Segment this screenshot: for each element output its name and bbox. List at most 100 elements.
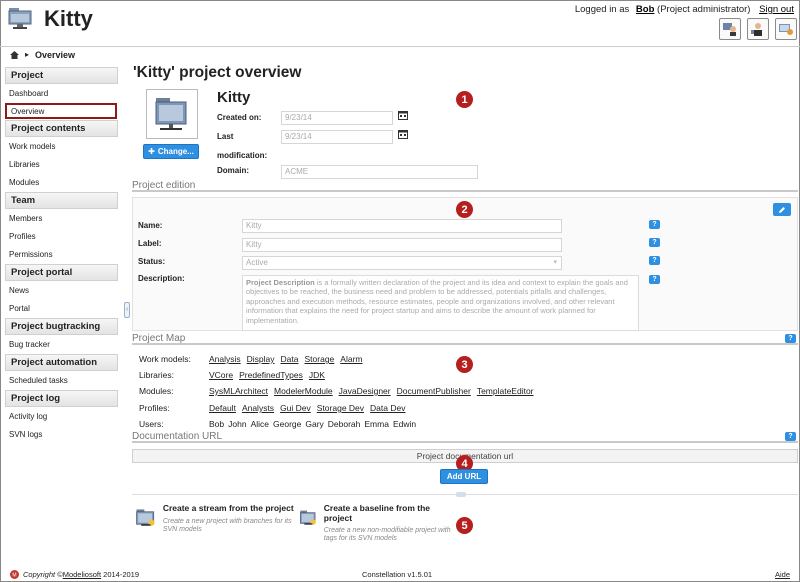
user-link[interactable]: Bob <box>636 4 654 15</box>
sidebar-item-dashboard[interactable]: Dashboard <box>5 84 118 102</box>
sidebar-item-modules[interactable]: Modules <box>5 173 118 191</box>
sidebar-section-project-log[interactable]: Project log <box>5 390 118 407</box>
sidebar-item-portal[interactable]: Portal <box>5 299 118 317</box>
name-field[interactable]: Kitty <box>242 219 562 233</box>
user-config-icon[interactable] <box>719 18 741 40</box>
sidebar-item-svn-logs[interactable]: SVN logs <box>5 425 118 443</box>
name-label: Name: <box>138 221 163 230</box>
breadcrumb-separator-icon: ▸ <box>25 50 30 59</box>
help-icon[interactable]: ? <box>785 432 796 441</box>
sidebar-item-news[interactable]: News <box>5 281 118 299</box>
modeliosoft-logo-icon: M <box>10 570 19 579</box>
help-icon[interactable]: ? <box>649 220 660 229</box>
created-on-field[interactable]: 9/23/14 <box>281 111 393 125</box>
map-link[interactable]: Analysts <box>242 403 274 413</box>
sidebar-item-permissions[interactable]: Permissions <box>5 245 118 263</box>
company-link[interactable]: Modeliosoft <box>63 570 101 579</box>
description-field[interactable]: Project Description is a formally writte… <box>242 275 639 331</box>
user-name: Edwin <box>392 419 417 429</box>
calendar-icon[interactable] <box>398 110 408 120</box>
calendar-icon[interactable] <box>398 129 408 139</box>
sidebar-section-project-contents[interactable]: Project contents <box>5 120 118 137</box>
callout-badge-2: 2 <box>456 201 473 218</box>
map-link[interactable]: Analysis <box>209 354 241 364</box>
map-row-label: Modules: <box>139 386 174 396</box>
create-baseline-action[interactable]: Create a baseline from the project Creat… <box>299 503 459 543</box>
status-select[interactable]: Active ▾ <box>242 256 562 270</box>
map-link[interactable]: Storage Dev <box>317 403 364 413</box>
map-link[interactable]: Alarm <box>340 354 362 364</box>
header-icon-bar <box>719 18 797 40</box>
user-profile-icon[interactable] <box>747 18 769 40</box>
copyright-text: Copyright © <box>23 570 63 579</box>
user-name: Deborah <box>327 419 361 429</box>
map-link[interactable]: JDK <box>309 370 325 380</box>
map-link[interactable]: ModelerModule <box>274 386 333 396</box>
map-row-libraries: Libraries: VCore PredefinedTypes JDK <box>139 370 325 380</box>
sidebar-section-project-portal[interactable]: Project portal <box>5 264 118 281</box>
project-image <box>146 89 198 139</box>
help-icon[interactable]: ? <box>649 256 660 265</box>
sidebar-section-project-bugtracking[interactable]: Project bugtracking <box>5 318 118 335</box>
stream-folder-icon <box>136 509 155 526</box>
map-row-work-models: Work models: Analysis Display Data Stora… <box>139 354 362 364</box>
sidebar-item-activity-log[interactable]: Activity log <box>5 407 118 425</box>
add-url-button[interactable]: Add URL <box>440 469 488 484</box>
sidebar-item-scheduled-tasks[interactable]: Scheduled tasks <box>5 371 118 389</box>
map-link[interactable]: Storage <box>305 354 335 364</box>
sidebar-item-members[interactable]: Members <box>5 209 118 227</box>
edit-button[interactable] <box>773 203 791 216</box>
help-link[interactable]: Aide <box>775 570 790 579</box>
created-on-label: Created on: <box>217 113 262 122</box>
label-field[interactable]: Kitty <box>242 238 562 252</box>
home-icon[interactable] <box>10 50 19 59</box>
app-logo-icon <box>8 8 32 29</box>
map-link[interactable]: Data Dev <box>370 403 405 413</box>
sidebar-section-project[interactable]: Project <box>5 67 118 84</box>
user-name: Emma <box>364 419 389 429</box>
callout-badge-5: 5 <box>456 517 473 534</box>
sidebar-item-profiles[interactable]: Profiles <box>5 227 118 245</box>
change-image-button[interactable]: ✚ Change... <box>143 144 199 159</box>
user-name: Bob <box>209 419 225 429</box>
map-link[interactable]: Data <box>281 354 299 364</box>
copyright-years: 2014-2019 <box>101 570 140 579</box>
sidebar-collapse-handle[interactable]: ‹ <box>124 302 130 318</box>
help-icon[interactable]: ? <box>649 238 660 247</box>
action-title: Create a stream from the project <box>162 503 294 513</box>
map-link[interactable]: VCore <box>209 370 233 380</box>
create-stream-action[interactable]: Create a stream from the project Create … <box>135 503 295 534</box>
help-icon[interactable]: ? <box>785 334 796 343</box>
map-link[interactable]: PredefinedTypes <box>239 370 303 380</box>
svg-text:M: M <box>12 573 16 579</box>
label-label: Label: <box>138 239 162 248</box>
documentation-url-title: Documentation URL <box>132 431 223 442</box>
help-icon[interactable]: ? <box>649 275 660 284</box>
sidebar-item-work-models[interactable]: Work models <box>5 137 118 155</box>
user-name: George <box>273 419 302 429</box>
sidebar-section-project-automation[interactable]: Project automation <box>5 354 118 371</box>
description-bold: Project Description <box>246 278 315 287</box>
map-link[interactable]: TemplateEditor <box>477 386 534 396</box>
screen-config-icon[interactable] <box>775 18 797 40</box>
description-label: Description: <box>138 274 185 283</box>
sign-out-link[interactable]: Sign out <box>759 4 794 15</box>
map-link[interactable]: Display <box>247 354 275 364</box>
domain-field[interactable]: ACME <box>281 165 478 179</box>
sidebar-section-team[interactable]: Team <box>5 192 118 209</box>
map-link[interactable]: SysMLArchitect <box>209 386 268 396</box>
sidebar-item-overview[interactable]: Overview <box>5 103 117 119</box>
splitter-handle[interactable] <box>456 492 466 497</box>
plus-icon: ✚ <box>148 147 155 156</box>
map-row-label: Users: <box>139 419 164 429</box>
map-link[interactable]: DocumentPublisher <box>397 386 471 396</box>
last-modification-field[interactable]: 9/23/14 <box>281 130 393 144</box>
sidebar-item-libraries[interactable]: Libraries <box>5 155 118 173</box>
login-info: Logged in as Bob (Project administrator)… <box>575 4 794 15</box>
map-link[interactable]: JavaDesigner <box>339 386 391 396</box>
map-link[interactable]: Default <box>209 403 236 413</box>
project-map-header: Project Map <box>132 334 798 345</box>
project-folder-icon <box>155 98 187 130</box>
sidebar-item-bug-tracker[interactable]: Bug tracker <box>5 335 118 353</box>
map-link[interactable]: Gui Dev <box>280 403 311 413</box>
